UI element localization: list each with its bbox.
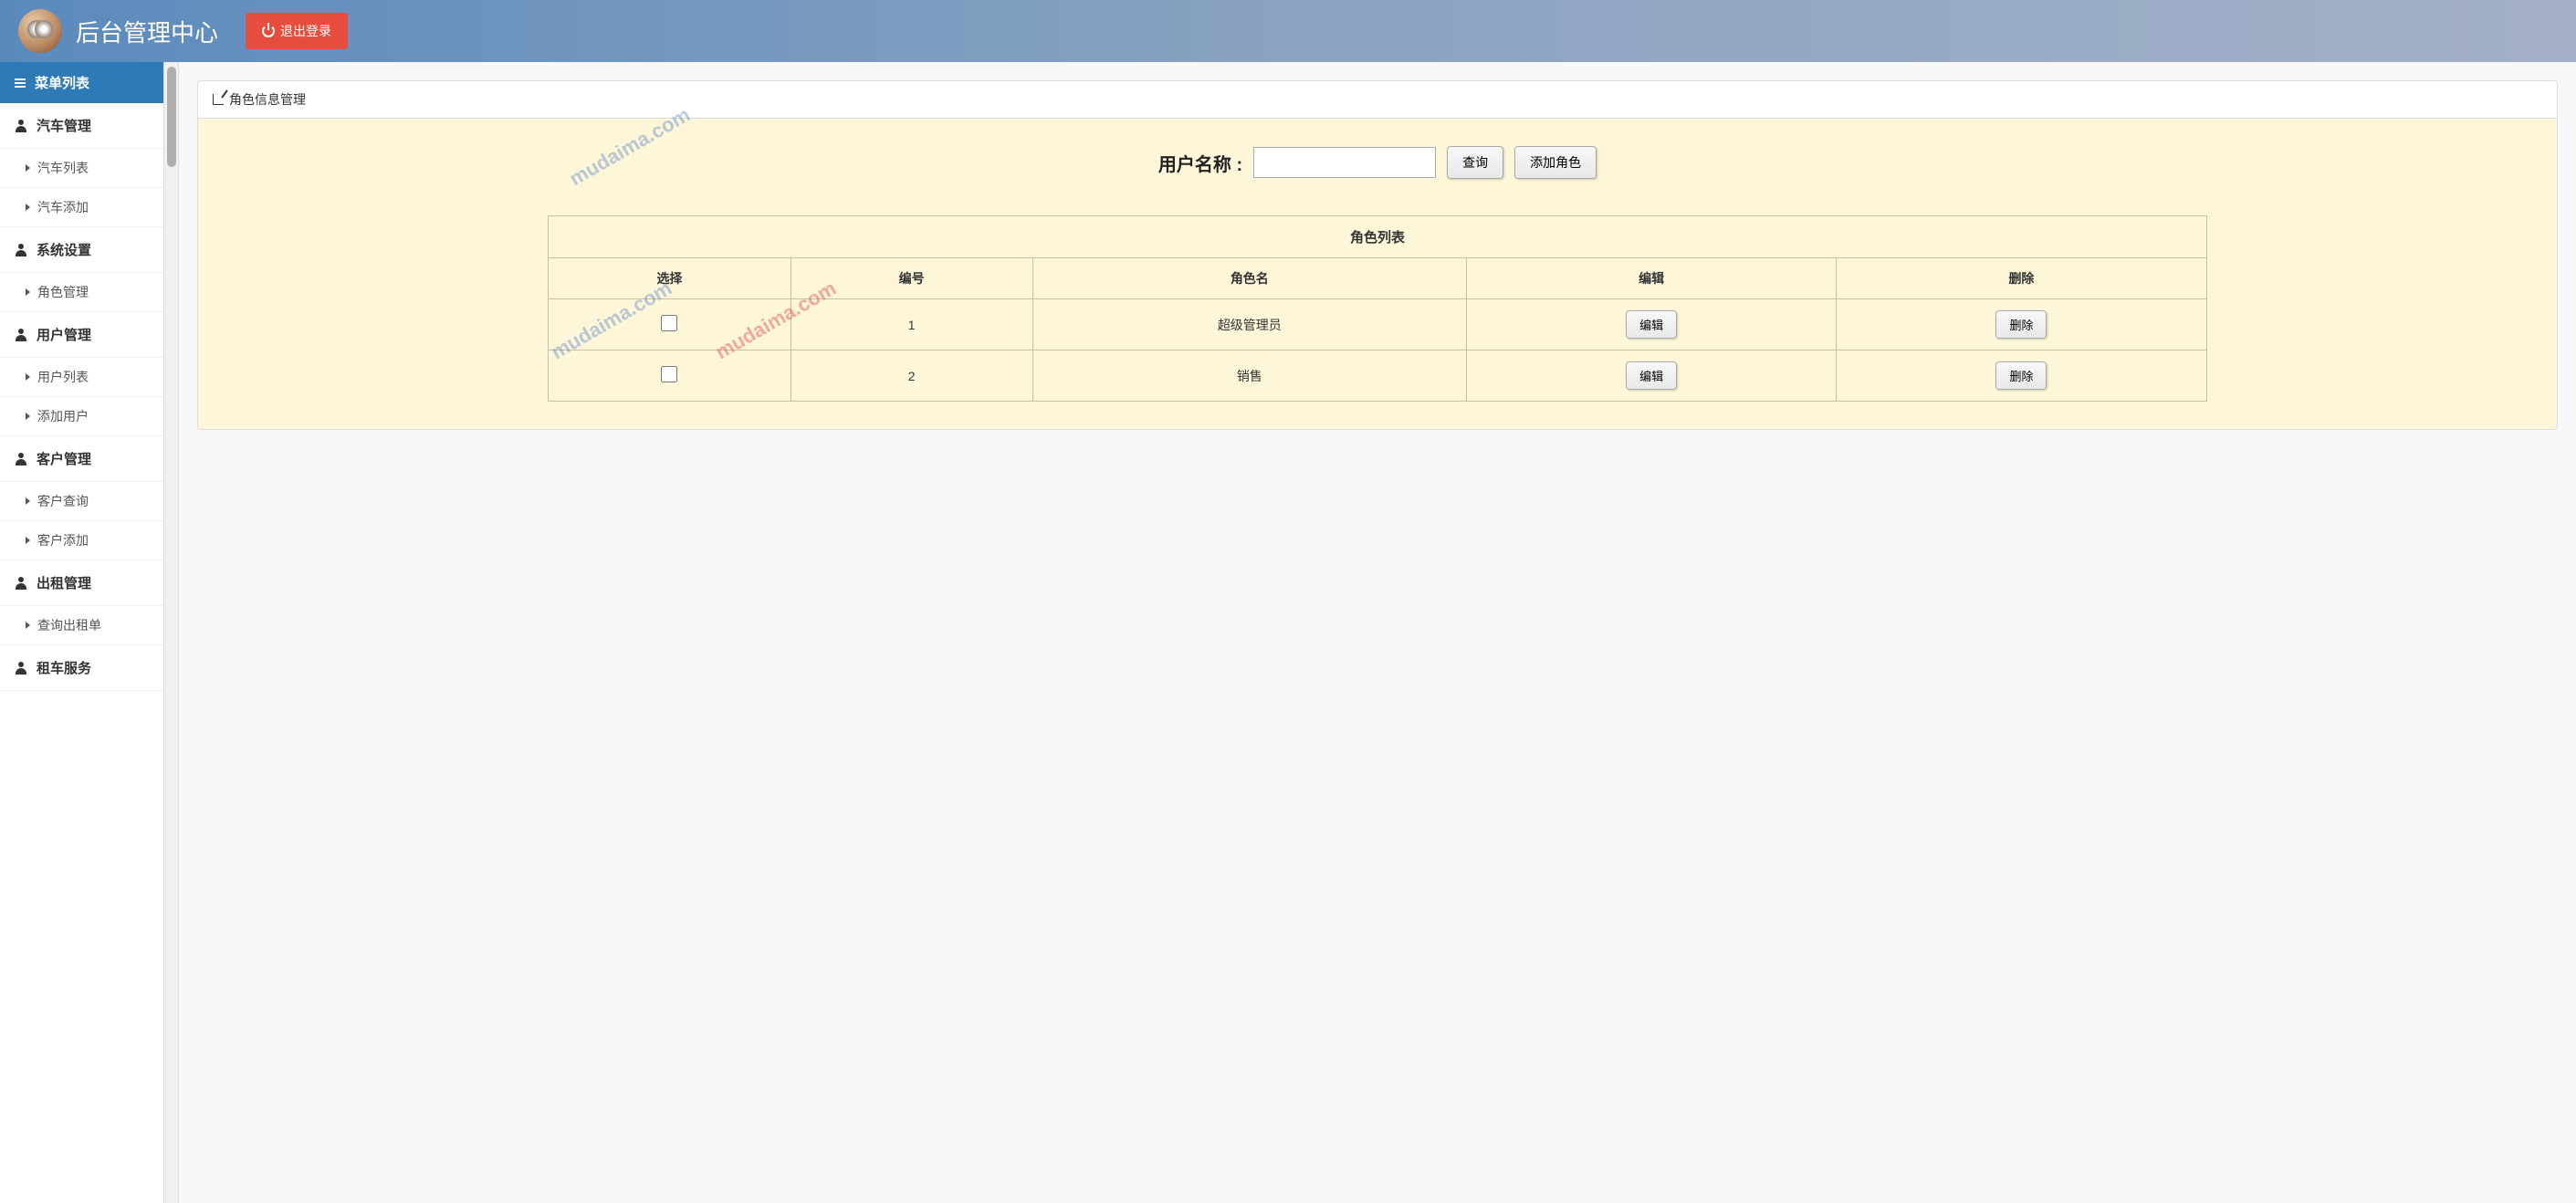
- menu-item-4-0[interactable]: 查询出租单: [0, 606, 163, 645]
- menu-group-0[interactable]: 汽车管理: [0, 103, 163, 149]
- panel-title: 角色信息管理: [229, 90, 306, 109]
- menu-item-label: 添加用户: [37, 407, 89, 425]
- row-name: 超级管理员: [1032, 299, 1466, 350]
- col-name: 角色名: [1032, 258, 1466, 299]
- list-icon: [15, 78, 26, 88]
- logout-button[interactable]: 退出登录: [246, 13, 348, 49]
- app-header: 后台管理中心 退出登录: [0, 0, 2576, 62]
- menu-item-0-0[interactable]: 汽车列表: [0, 149, 163, 188]
- search-row: 用户名称 : 查询 添加角色: [225, 146, 2529, 179]
- user-icon: [15, 453, 27, 466]
- user-icon: [15, 577, 27, 590]
- menu-header[interactable]: 菜单列表: [0, 62, 163, 103]
- user-icon: [15, 244, 27, 256]
- col-edit: 编辑: [1466, 258, 1836, 299]
- sidebar-scrollbar[interactable]: [164, 62, 179, 1203]
- user-icon: [15, 329, 27, 341]
- caret-right-icon: [26, 373, 30, 381]
- row-id: 1: [791, 299, 1032, 350]
- caret-right-icon: [26, 497, 30, 505]
- menu-group-4[interactable]: 出租管理: [0, 560, 163, 606]
- edit-button[interactable]: 编辑: [1626, 310, 1677, 339]
- row-checkbox[interactable]: [661, 366, 677, 382]
- menu-group-label: 用户管理: [37, 325, 91, 344]
- table-row: 2销售 编辑 删除: [549, 350, 2206, 402]
- menu-group-2[interactable]: 用户管理: [0, 312, 163, 358]
- menu-item-label: 客户添加: [37, 531, 89, 549]
- col-id: 编号: [791, 258, 1032, 299]
- menu-group-label: 汽车管理: [37, 116, 91, 135]
- delete-button[interactable]: 删除: [1995, 361, 2047, 390]
- main-content: 角色信息管理 用户名称 : 查询 添加角色 角色列表 选择 编号: [179, 62, 2576, 1203]
- menu-item-label: 客户查询: [37, 492, 89, 510]
- menu-item-1-0[interactable]: 角色管理: [0, 273, 163, 312]
- panel: 角色信息管理 用户名称 : 查询 添加角色 角色列表 选择 编号: [197, 80, 2558, 430]
- add-role-button[interactable]: 添加角色: [1514, 146, 1597, 179]
- menu-item-0-1[interactable]: 汽车添加: [0, 188, 163, 227]
- col-delete: 删除: [1837, 258, 2206, 299]
- table-title: 角色列表: [549, 216, 2206, 258]
- menu-item-label: 汽车添加: [37, 198, 89, 216]
- caret-right-icon: [26, 204, 30, 211]
- sidebar: 菜单列表 汽车管理汽车列表汽车添加系统设置角色管理用户管理用户列表添加用户客户管…: [0, 62, 164, 1203]
- menu-group-5[interactable]: 租车服务: [0, 645, 163, 691]
- col-select: 选择: [549, 258, 791, 299]
- panel-body: 用户名称 : 查询 添加角色 角色列表 选择 编号 角色名 编辑 删除: [198, 119, 2557, 429]
- avatar[interactable]: [18, 9, 62, 53]
- menu-item-2-0[interactable]: 用户列表: [0, 358, 163, 397]
- menu-item-3-1[interactable]: 客户添加: [0, 521, 163, 560]
- delete-button[interactable]: 删除: [1995, 310, 2047, 339]
- table-title-row: 角色列表: [549, 216, 2206, 258]
- caret-right-icon: [26, 413, 30, 420]
- edit-icon: [213, 94, 224, 105]
- table-row: 1超级管理员 编辑 删除: [549, 299, 2206, 350]
- caret-right-icon: [26, 622, 30, 629]
- menu-group-label: 客户管理: [37, 449, 91, 468]
- scrollbar-thumb[interactable]: [167, 67, 176, 167]
- caret-right-icon: [26, 288, 30, 296]
- search-button[interactable]: 查询: [1447, 146, 1503, 179]
- menu-item-3-0[interactable]: 客户查询: [0, 482, 163, 521]
- menu-item-label: 汽车列表: [37, 159, 89, 177]
- row-id: 2: [791, 350, 1032, 402]
- panel-header: 角色信息管理: [198, 81, 2557, 119]
- menu-item-label: 角色管理: [37, 283, 89, 301]
- caret-right-icon: [26, 537, 30, 544]
- search-label: 用户名称 :: [1158, 150, 1242, 176]
- menu-group-label: 出租管理: [37, 573, 91, 592]
- role-table: 角色列表 选择 编号 角色名 编辑 删除 1超级管理员编辑删除2销售编辑删除: [548, 215, 2206, 402]
- row-checkbox[interactable]: [661, 315, 677, 331]
- row-name: 销售: [1032, 350, 1466, 402]
- menu-item-label: 用户列表: [37, 368, 89, 386]
- user-icon: [15, 662, 27, 675]
- power-icon: [262, 25, 275, 37]
- menu-item-2-1[interactable]: 添加用户: [0, 397, 163, 436]
- menu-group-label: 系统设置: [37, 240, 91, 259]
- edit-button[interactable]: 编辑: [1626, 361, 1677, 390]
- menu-group-3[interactable]: 客户管理: [0, 436, 163, 482]
- menu-group-label: 租车服务: [37, 658, 91, 677]
- logout-label: 退出登录: [280, 22, 331, 40]
- table-header-row: 选择 编号 角色名 编辑 删除: [549, 258, 2206, 299]
- app-title: 后台管理中心: [76, 15, 218, 48]
- username-input[interactable]: [1253, 147, 1436, 178]
- menu-group-1[interactable]: 系统设置: [0, 227, 163, 273]
- menu-header-label: 菜单列表: [35, 73, 89, 92]
- menu-item-label: 查询出租单: [37, 616, 101, 634]
- user-icon: [15, 120, 27, 132]
- caret-right-icon: [26, 164, 30, 172]
